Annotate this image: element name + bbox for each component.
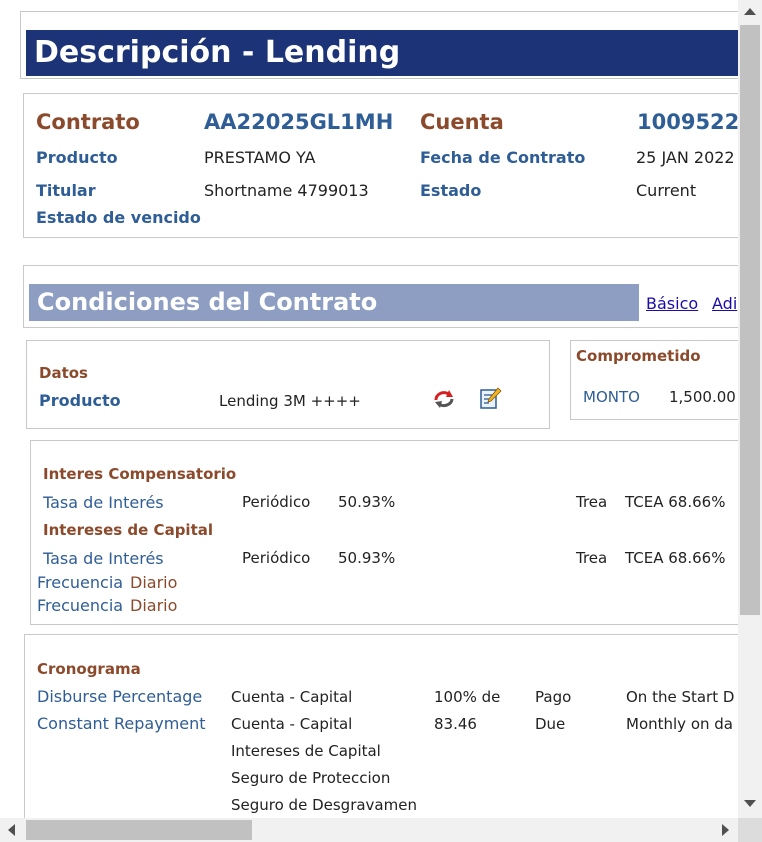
titular-value: Shortname 4799013 bbox=[204, 181, 369, 200]
frecuencia-value: Diario bbox=[130, 596, 178, 615]
cronograma-heading: Cronograma bbox=[37, 660, 141, 678]
cronograma-panel: Cronograma Disburse Percentage Cuenta - … bbox=[24, 634, 738, 818]
scroll-right-icon[interactable] bbox=[722, 824, 729, 836]
trea-label: Trea bbox=[576, 549, 608, 567]
conditions-header-panel: Condiciones del Contrato Básico Adi bbox=[23, 265, 738, 328]
scrollbar-corner bbox=[738, 818, 762, 842]
vertical-scroll-thumb[interactable] bbox=[740, 25, 760, 615]
tasa-value: 50.93% bbox=[338, 493, 396, 511]
intereses-panel: Interes Compensatorio Tasa de Interés Pe… bbox=[30, 440, 738, 625]
contrato-value: AA22025GL1MH bbox=[204, 110, 394, 134]
constant-repayment-label: Constant Repayment bbox=[37, 714, 206, 733]
title-panel: Descripción - Lending bbox=[20, 11, 738, 79]
monto-label: MONTO bbox=[583, 388, 640, 406]
titular-label: Titular bbox=[36, 181, 96, 200]
monto-value: 1,500.00 bbox=[669, 388, 736, 406]
tasa-tipo: Periódico bbox=[242, 493, 311, 511]
trea-label: Trea bbox=[576, 493, 608, 511]
scroll-up-icon[interactable] bbox=[744, 8, 756, 15]
tasa-interes-label: Tasa de Interés bbox=[43, 493, 164, 512]
disburse-percentage-label: Disburse Percentage bbox=[37, 687, 203, 706]
datos-heading: Datos bbox=[39, 364, 88, 382]
conditions-title: Condiciones del Contrato bbox=[29, 284, 639, 321]
cuenta-label: Cuenta bbox=[420, 110, 504, 134]
intereses-capital-heading: Intereses de Capital bbox=[43, 521, 214, 539]
producto-value: PRESTAMO YA bbox=[204, 148, 316, 167]
schedule-property: Seguro de Desgravamen bbox=[231, 796, 417, 814]
datos-panel: Datos Producto Lending 3M ++++ bbox=[26, 340, 550, 429]
tasa-value: 50.93% bbox=[338, 549, 396, 567]
tasa-interes-label: Tasa de Interés bbox=[43, 549, 164, 568]
main-viewport: Descripción - Lending Contrato AA22025GL… bbox=[0, 0, 738, 818]
repayment-tipo: Due bbox=[535, 715, 566, 733]
cuenta-capital: Cuenta - Capital bbox=[231, 688, 353, 706]
fecha-contrato-label: Fecha de Contrato bbox=[420, 148, 586, 167]
cuenta-capital: Cuenta - Capital bbox=[231, 715, 353, 733]
repayment-amount: 83.46 bbox=[434, 715, 477, 733]
datos-producto-value: Lending 3M ++++ bbox=[219, 392, 361, 410]
fecha-contrato-value: 25 JAN 2022 bbox=[636, 148, 735, 167]
frecuencia-label: Frecuencia bbox=[37, 573, 124, 592]
cuenta-value: 10095220 bbox=[637, 110, 738, 134]
estado-value: Current bbox=[636, 181, 697, 200]
tasa-tipo: Periódico bbox=[242, 549, 311, 567]
page-title: Descripción - Lending bbox=[26, 30, 738, 76]
basico-link[interactable]: Básico bbox=[646, 294, 698, 313]
datos-producto-label: Producto bbox=[39, 391, 121, 410]
interes-compensatorio-heading: Interes Compensatorio bbox=[43, 465, 237, 483]
comprometido-panel: Comprometido MONTO 1,500.00 bbox=[570, 340, 738, 420]
repayment-desc: Monthly on da bbox=[626, 715, 733, 733]
scroll-left-icon[interactable] bbox=[8, 824, 15, 836]
adicional-link[interactable]: Adi bbox=[712, 294, 737, 313]
edit-note-icon[interactable] bbox=[478, 386, 502, 410]
schedule-property: Seguro de Proteccion bbox=[231, 769, 391, 787]
reverse-arrow-icon[interactable] bbox=[432, 387, 456, 411]
disburse-tipo: Pago bbox=[535, 688, 572, 706]
schedule-property: Intereses de Capital bbox=[231, 742, 381, 760]
producto-label: Producto bbox=[36, 148, 118, 167]
frecuencia-value: Diario bbox=[130, 573, 178, 592]
comprometido-heading: Comprometido bbox=[576, 347, 701, 365]
disburse-pct: 100% de bbox=[434, 688, 501, 706]
tcea-value: TCEA 68.66% bbox=[625, 549, 726, 567]
contrato-label: Contrato bbox=[36, 110, 140, 134]
estado-label: Estado bbox=[420, 181, 482, 200]
contract-summary-panel: Contrato AA22025GL1MH Cuenta 10095220 Pr… bbox=[23, 93, 738, 238]
frecuencia-label: Frecuencia bbox=[37, 596, 124, 615]
scroll-down-icon[interactable] bbox=[744, 800, 756, 807]
disburse-desc: On the Start D bbox=[626, 688, 735, 706]
tcea-value: TCEA 68.66% bbox=[625, 493, 726, 511]
estado-vencido-label: Estado de vencido bbox=[36, 208, 201, 227]
horizontal-scroll-thumb[interactable] bbox=[26, 820, 252, 840]
